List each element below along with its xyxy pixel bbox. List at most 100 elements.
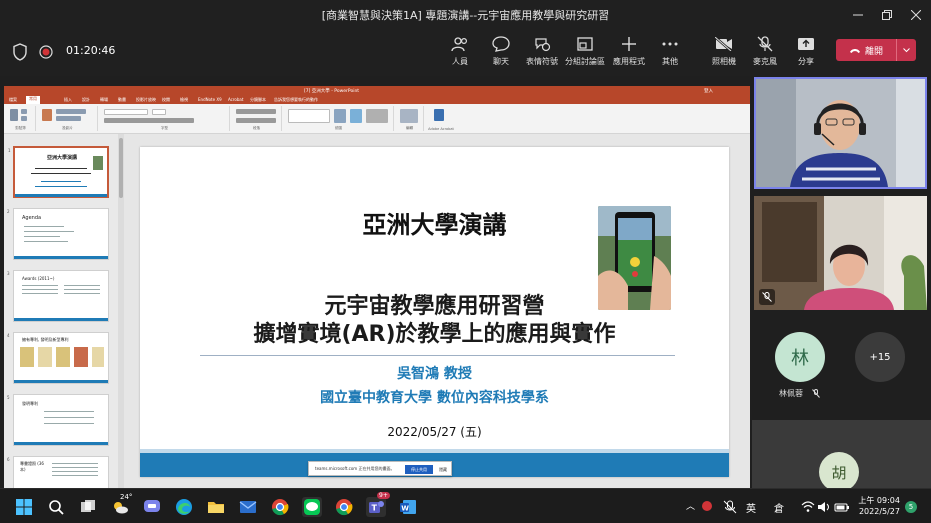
chat-button[interactable]: 聊天	[478, 34, 524, 72]
weather-widget[interactable]: 24°	[110, 493, 132, 517]
tab-acrobat[interactable]: Acrobat	[228, 97, 243, 102]
tray-app-icon[interactable]	[700, 498, 714, 514]
stop-sharing-button[interactable]: 停止共用	[405, 465, 433, 474]
recording-icon	[36, 42, 56, 62]
slide-thumbnail[interactable]: 5 發明專利	[7, 394, 109, 446]
battery-icon	[834, 503, 849, 512]
acrobat-icon[interactable]	[434, 109, 444, 121]
shapes-gallery[interactable]	[288, 109, 330, 123]
leave-dropdown[interactable]	[896, 39, 916, 61]
arrange-icon[interactable]	[334, 109, 346, 123]
battery-button[interactable]	[832, 497, 852, 517]
quick-styles-icon[interactable]	[350, 109, 362, 123]
participant-avatar[interactable]: 林	[775, 332, 825, 382]
tab-storyboard[interactable]: 分鏡腳本	[250, 97, 266, 103]
maximize-button[interactable]	[872, 0, 902, 30]
plus-icon	[621, 34, 637, 54]
apps-button[interactable]: 應用程式	[606, 34, 652, 72]
minimize-button[interactable]	[843, 0, 873, 30]
editor-area: 1 亞洲大學演講 2 Agenda 3 Awards (2011~) 4 擁有專…	[4, 134, 750, 488]
notification-badge[interactable]: 5	[905, 501, 917, 513]
more-button[interactable]: 其他	[647, 34, 693, 72]
task-view-button[interactable]	[78, 497, 98, 517]
system-clock[interactable]: 上午 09:04 2022/5/27	[856, 495, 900, 517]
share-button[interactable]: 分享	[783, 34, 829, 72]
chrome-icon	[336, 499, 353, 516]
mic-button[interactable]: 麥克風	[742, 34, 788, 72]
layout-icon[interactable]	[56, 109, 86, 114]
tab-endnote[interactable]: EndNote X9	[198, 97, 222, 102]
tab-insert[interactable]: 插入	[64, 97, 72, 103]
volume-button[interactable]	[814, 497, 834, 517]
tab-review[interactable]: 校閱	[162, 97, 170, 103]
teams-chat-button[interactable]	[142, 497, 162, 517]
tab-home[interactable]: 常用	[26, 96, 40, 104]
shape-format-icons[interactable]	[366, 109, 388, 123]
thumbnail-scrollbar[interactable]	[118, 134, 124, 488]
chrome-icon	[272, 499, 289, 516]
find-replace-icon[interactable]	[400, 109, 418, 123]
tab-slideshow[interactable]: 投影片放映	[136, 97, 156, 103]
font-style-icons[interactable]	[104, 118, 194, 123]
ime-language[interactable]: 英	[746, 500, 756, 515]
title-bar: [商業智慧與決策1A] 專題演講--元宇宙應用教學與研究研習	[0, 0, 931, 30]
slide-thumbnail[interactable]: 1 亞洲大學演講	[8, 146, 109, 198]
paste-icon[interactable]	[10, 109, 18, 121]
slide-thumbnail[interactable]: 3 Awards (2011~)	[7, 270, 109, 322]
participant-tile-bottom[interactable]: 胡	[752, 420, 931, 492]
reactions-button[interactable]: 表情符號	[519, 34, 565, 72]
minimize-icon	[853, 14, 863, 16]
search-icon	[49, 500, 64, 515]
tab-view[interactable]: 檢視	[180, 97, 188, 103]
chat-app-icon	[144, 500, 160, 512]
people-button[interactable]: 人員	[437, 34, 483, 72]
align-icons[interactable]	[236, 118, 276, 123]
mic-tray-button[interactable]	[720, 497, 740, 517]
mic-off-icon	[723, 500, 737, 514]
word-button[interactable]: W	[398, 497, 418, 517]
line-button[interactable]	[302, 497, 322, 517]
file-explorer-button[interactable]	[206, 497, 226, 517]
reset-icon[interactable]	[56, 116, 81, 121]
hide-button[interactable]: 隱藏	[436, 465, 450, 474]
phone-hangup-icon	[849, 48, 860, 53]
font-size-input[interactable]	[152, 109, 166, 115]
slide-thumbnail[interactable]: 6 專書證照 (36本)	[7, 456, 109, 488]
group-clipboard: 剪貼簿	[6, 106, 36, 131]
tab-animations[interactable]: 動畫	[118, 97, 126, 103]
chrome-button[interactable]	[270, 497, 290, 517]
cut-icon[interactable]	[21, 109, 27, 114]
slide-thumbnail[interactable]: 4 擁有專利, 發明及新型專利	[7, 332, 109, 384]
close-button[interactable]	[901, 0, 931, 30]
chrome-button-2[interactable]	[334, 497, 354, 517]
leave-main[interactable]: 離開	[836, 44, 896, 57]
group-editing: 編輯	[396, 106, 424, 131]
copy-icon[interactable]	[21, 116, 27, 121]
tab-file[interactable]: 檔案	[9, 97, 17, 103]
tab-design[interactable]: 設計	[82, 97, 90, 103]
font-name-input[interactable]	[104, 109, 148, 115]
new-slide-icon[interactable]	[42, 109, 52, 121]
slide-presenter: 吳智鴻 教授	[397, 366, 472, 382]
participant-video-2[interactable]	[754, 196, 927, 310]
ribbon-tabs: 檔案 常用 插入 設計 轉場 動畫 投影片放映 校閱 檢視 EndNote X9…	[4, 96, 750, 104]
teams-icon: T	[369, 501, 384, 513]
ppt-title: [7] 亞洲大學 - PowerPoint	[304, 89, 360, 94]
search-button[interactable]	[46, 497, 66, 517]
breakout-rooms-button[interactable]: 分組討論區	[562, 34, 608, 72]
clock-date: 2022/5/27	[858, 507, 900, 516]
mail-button[interactable]	[238, 497, 258, 517]
start-button[interactable]	[14, 497, 34, 517]
tell-me-search[interactable]: 告訴我您想要執行的動作	[274, 97, 318, 103]
slide-thumbnail[interactable]: 2 Agenda	[7, 208, 109, 260]
more-participants-button[interactable]: +15	[855, 332, 905, 382]
ime-mode[interactable]: 倉	[774, 500, 784, 515]
edge-button[interactable]	[174, 497, 194, 517]
tab-transitions[interactable]: 轉場	[100, 97, 108, 103]
tray-overflow-icon[interactable]: ︿	[686, 499, 695, 512]
participant-video-speaker[interactable]	[754, 77, 927, 189]
list-icons[interactable]	[236, 109, 276, 114]
camera-button[interactable]: 照相機	[701, 34, 747, 72]
teams-button[interactable]: T 9+	[366, 492, 390, 517]
leave-button[interactable]: 離開	[836, 39, 916, 61]
